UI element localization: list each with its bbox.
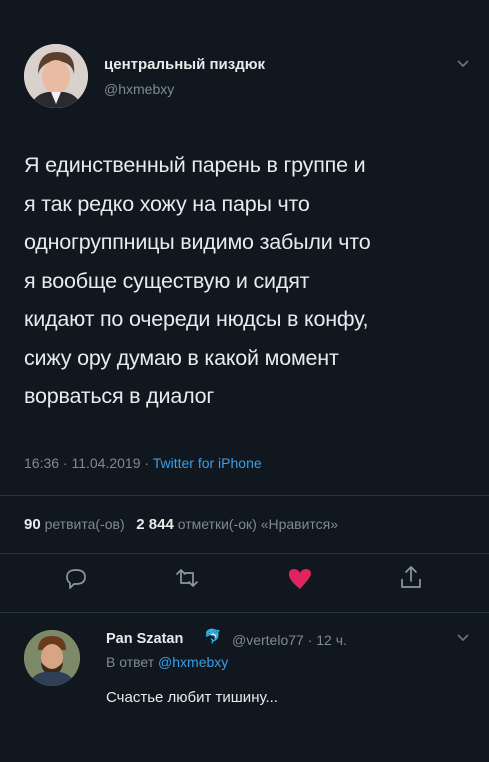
retweets-count[interactable]: 90 [24,516,41,533]
reply-context-prefix: В ответ [106,654,159,670]
author-name[interactable]: центральный пиздюк [104,56,265,73]
tweet-source[interactable]: Twitter for iPhone [153,455,262,471]
divider [0,495,489,496]
chevron-down-icon[interactable] [456,632,470,642]
reply-mention-link[interactable]: @hxmebxy [158,654,228,670]
tweet-text: Я единственный парень в группе и я так р… [24,153,371,408]
chevron-down-icon[interactable] [456,58,470,68]
reply-author-name[interactable]: Pan Szatan [106,631,183,647]
tweet-meta: 16:36 · 11.04.2019 · Twitter for iPhone [24,455,262,471]
like-icon[interactable] [287,566,313,592]
reply-author-handle[interactable]: @vertelo77 · 12 ч. [232,632,347,648]
dolphin-emoji: 🐬 [204,628,222,644]
author-handle[interactable]: @hxmebxy [104,81,174,97]
reply-author-avatar[interactable] [24,630,80,686]
reply-icon[interactable] [63,565,89,591]
retweet-icon[interactable] [174,565,200,591]
share-icon[interactable] [398,564,424,590]
tweet-stats: 90 ретвита(-ов) 2 844 отметки(-ок) «Нрав… [24,516,338,533]
divider [0,612,489,613]
author-avatar[interactable] [24,44,88,108]
reply-text: Счастье любит тишину... [106,689,278,706]
divider [0,553,489,554]
likes-label[interactable]: отметки(-ок) «Нравится» [178,516,338,532]
likes-count[interactable]: 2 844 [136,516,174,533]
retweets-label[interactable]: ретвита(-ов) [45,516,125,532]
tweet-timestamp[interactable]: 16:36 · 11.04.2019 · [24,455,153,471]
reply-context: В ответ @hxmebxy [106,654,228,670]
